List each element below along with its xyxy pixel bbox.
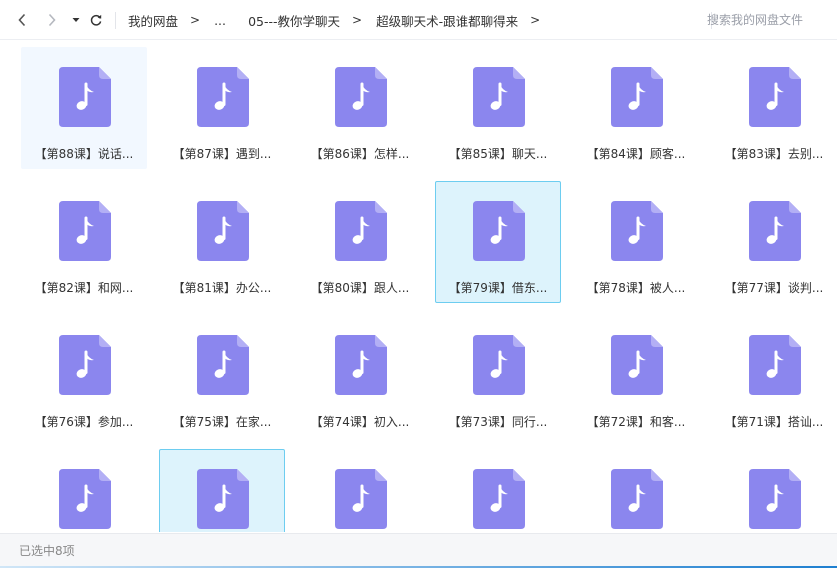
file-item[interactable]: 【第78课】被人... bbox=[573, 181, 699, 303]
file-name: 【第77课】谈判... bbox=[724, 281, 824, 295]
file-item[interactable]: 【第88课】说话... bbox=[21, 47, 147, 169]
file-grid: 【第88课】说话... 【第87课】遇到... 【第86课】怎样... 【第85课】聊… bbox=[0, 41, 837, 532]
selection-status: 已选中8项 bbox=[19, 544, 75, 558]
file-item[interactable] bbox=[573, 449, 699, 532]
file-item[interactable]: 【第80课】跟人... bbox=[297, 181, 423, 303]
file-item[interactable]: 【第74课】初入... bbox=[297, 315, 423, 437]
file-name: 【第83课】去别... bbox=[724, 147, 824, 161]
history-dropdown-button[interactable] bbox=[66, 10, 86, 30]
music-file-icon bbox=[611, 335, 663, 395]
caret-down-icon bbox=[72, 18, 80, 22]
file-name: 【第86课】怎样... bbox=[310, 147, 410, 161]
status-bar: 已选中8项 bbox=[0, 533, 837, 568]
file-name: 【第80课】跟人... bbox=[310, 281, 410, 295]
music-file-icon bbox=[335, 67, 387, 127]
music-file-icon bbox=[749, 335, 801, 395]
file-name: 【第74课】初入... bbox=[310, 415, 410, 429]
file-name: 【第78课】被人... bbox=[586, 281, 686, 295]
file-item[interactable] bbox=[159, 449, 285, 532]
file-name: 【第75课】在家... bbox=[172, 415, 272, 429]
toolbar-divider bbox=[115, 12, 116, 29]
file-item[interactable]: 【第84课】顾客... bbox=[573, 47, 699, 169]
music-file-icon bbox=[335, 335, 387, 395]
file-name: 【第81课】办公... bbox=[172, 281, 272, 295]
file-item[interactable]: 【第73课】同行... bbox=[435, 315, 561, 437]
chevron-right-icon bbox=[48, 13, 56, 27]
file-item[interactable]: 【第76课】参加... bbox=[21, 315, 147, 437]
file-name: 【第84课】顾客... bbox=[586, 147, 686, 161]
file-item[interactable]: 【第85课】聊天... bbox=[435, 47, 561, 169]
music-file-icon bbox=[611, 67, 663, 127]
top-toolbar: 我的网盘 > ... > 05---教你学聊天 > 超级聊天术-跟谁都聊得来 > bbox=[0, 0, 837, 40]
file-name: 【第88课】说话... bbox=[34, 147, 134, 161]
file-item[interactable]: 【第86课】怎样... bbox=[297, 47, 423, 169]
music-file-icon bbox=[473, 201, 525, 261]
music-file-icon bbox=[59, 67, 111, 127]
file-name: 【第76课】参加... bbox=[34, 415, 134, 429]
file-item[interactable]: 【第83课】去别... bbox=[711, 47, 837, 169]
file-name: 【第85课】聊天... bbox=[448, 147, 548, 161]
file-item[interactable]: 【第81课】办公... bbox=[159, 181, 285, 303]
breadcrumb-item-folder[interactable]: 05---教你学聊天 bbox=[248, 11, 340, 30]
music-file-icon bbox=[749, 201, 801, 261]
file-name: 【第82课】和网... bbox=[34, 281, 134, 295]
file-name: 【第79课】借东... bbox=[448, 281, 548, 295]
music-file-icon bbox=[611, 469, 663, 529]
music-file-icon bbox=[749, 67, 801, 127]
file-item[interactable]: 【第82课】和网... bbox=[21, 181, 147, 303]
music-file-icon bbox=[473, 469, 525, 529]
breadcrumb-separator: > bbox=[352, 13, 363, 27]
music-file-icon bbox=[611, 201, 663, 261]
file-item[interactable]: 【第79课】借东... bbox=[435, 181, 561, 303]
file-name: 【第73课】同行... bbox=[448, 415, 548, 429]
chevron-left-icon bbox=[18, 13, 26, 27]
music-file-icon bbox=[749, 469, 801, 529]
file-item[interactable] bbox=[21, 449, 147, 532]
music-file-icon bbox=[335, 201, 387, 261]
music-file-icon bbox=[59, 201, 111, 261]
music-file-icon bbox=[473, 335, 525, 395]
breadcrumb-item-ellipsis[interactable]: ... bbox=[214, 13, 226, 28]
file-item[interactable] bbox=[297, 449, 423, 532]
refresh-icon bbox=[90, 14, 102, 26]
refresh-button[interactable] bbox=[86, 10, 106, 30]
music-file-icon bbox=[59, 335, 111, 395]
forward-button[interactable] bbox=[42, 10, 62, 30]
breadcrumb-separator: > bbox=[530, 13, 541, 27]
file-item[interactable] bbox=[711, 449, 837, 532]
file-item[interactable]: 【第72课】和客... bbox=[573, 315, 699, 437]
file-name: 【第72课】和客... bbox=[586, 415, 686, 429]
music-file-icon bbox=[197, 67, 249, 127]
breadcrumb-item-root[interactable]: 我的网盘 bbox=[128, 11, 178, 30]
breadcrumb-separator: > bbox=[190, 13, 201, 27]
search-input[interactable] bbox=[707, 11, 827, 29]
file-item[interactable] bbox=[435, 449, 561, 532]
music-file-icon bbox=[59, 469, 111, 529]
file-item[interactable]: 【第77课】谈判... bbox=[711, 181, 837, 303]
file-name: 【第71课】搭讪... bbox=[724, 415, 824, 429]
breadcrumb-item-current[interactable]: 超级聊天术-跟谁都聊得来 bbox=[376, 11, 518, 30]
music-file-icon bbox=[197, 335, 249, 395]
music-file-icon bbox=[335, 469, 387, 529]
breadcrumb: 我的网盘 > ... > 05---教你学聊天 > 超级聊天术-跟谁都聊得来 > bbox=[128, 0, 554, 40]
file-item[interactable]: 【第87课】遇到... bbox=[159, 47, 285, 169]
music-file-icon bbox=[197, 201, 249, 261]
file-item[interactable]: 【第71课】搭讪... bbox=[711, 315, 837, 437]
file-item[interactable]: 【第75课】在家... bbox=[159, 315, 285, 437]
file-name: 【第87课】遇到... bbox=[172, 147, 272, 161]
music-file-icon bbox=[197, 469, 249, 529]
music-file-icon bbox=[473, 67, 525, 127]
back-button[interactable] bbox=[12, 10, 32, 30]
